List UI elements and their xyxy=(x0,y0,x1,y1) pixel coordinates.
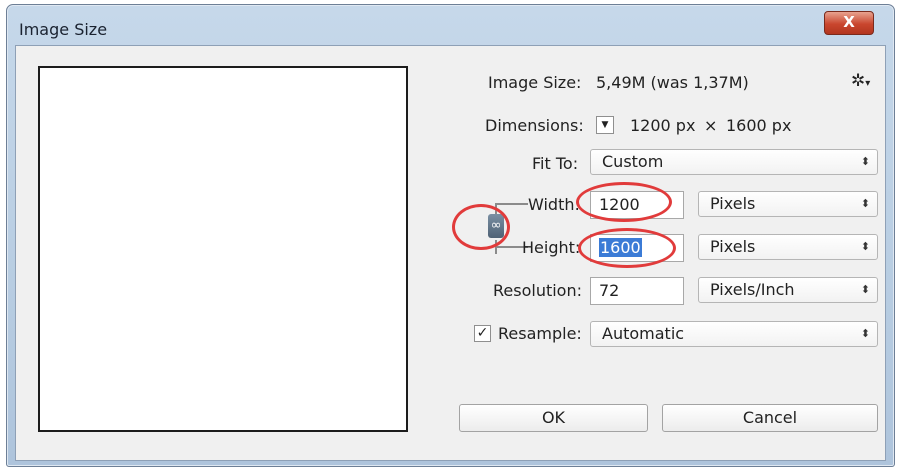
height-label: Height: xyxy=(522,238,581,257)
updown-arrow-icon: ⬍ xyxy=(860,240,870,253)
height-annotation-circle xyxy=(578,228,676,268)
gear-icon[interactable]: ✲▾ xyxy=(851,71,870,91)
chain-annotation-circle xyxy=(452,204,510,250)
resample-value: Automatic xyxy=(602,324,685,343)
resample-label: Resample: xyxy=(498,324,582,343)
resample-select[interactable]: Automatic ⬍ xyxy=(590,321,878,347)
dimensions-dropdown-icon[interactable]: ▼ xyxy=(596,116,614,134)
dialog-title: Image Size xyxy=(19,20,108,39)
resolution-unit-value: Pixels/Inch xyxy=(710,280,795,299)
image-size-value: 5,49M (was 1,37M) xyxy=(596,73,749,92)
resolution-input[interactable]: 72 xyxy=(590,277,684,305)
height-unit-value: Pixels xyxy=(710,237,756,256)
updown-arrow-icon: ⬍ xyxy=(860,197,870,210)
width-annotation-circle xyxy=(576,182,672,222)
ok-button[interactable]: OK xyxy=(459,404,648,432)
updown-arrow-icon: ⬍ xyxy=(860,283,870,296)
width-label: Width: xyxy=(528,195,580,214)
resolution-label: Resolution: xyxy=(493,281,582,300)
updown-arrow-icon: ⬍ xyxy=(860,155,870,168)
image-size-label: Image Size: xyxy=(488,73,582,92)
resample-checkbox[interactable]: ✓ xyxy=(474,325,491,342)
dimensions-label: Dimensions: xyxy=(485,116,584,135)
fit-to-select[interactable]: Custom ⬍ xyxy=(590,149,878,175)
resolution-unit-select[interactable]: Pixels/Inch ⬍ xyxy=(698,277,878,303)
dialog-content: Image Size: 5,49M (was 1,37M) ✲▾ Dimensi… xyxy=(15,45,886,461)
updown-arrow-icon: ⬍ xyxy=(860,327,870,340)
dimensions-separator: × xyxy=(704,116,718,135)
link-bracket-top-arm xyxy=(495,203,528,205)
fit-to-label: Fit To: xyxy=(532,154,579,173)
cancel-button[interactable]: Cancel xyxy=(662,404,878,432)
close-button[interactable]: X xyxy=(824,11,874,35)
fit-to-value: Custom xyxy=(602,152,664,171)
dimensions-width: 1200 px xyxy=(630,116,696,135)
dimensions-height: 1600 px xyxy=(726,116,792,135)
image-size-dialog: Image Size X Image Size: 5,49M (was 1,37… xyxy=(6,4,895,467)
image-preview xyxy=(38,66,408,432)
width-unit-select[interactable]: Pixels ⬍ xyxy=(698,191,878,217)
width-unit-value: Pixels xyxy=(710,194,756,213)
resolution-value: 72 xyxy=(599,281,620,300)
height-unit-select[interactable]: Pixels ⬍ xyxy=(698,234,878,260)
